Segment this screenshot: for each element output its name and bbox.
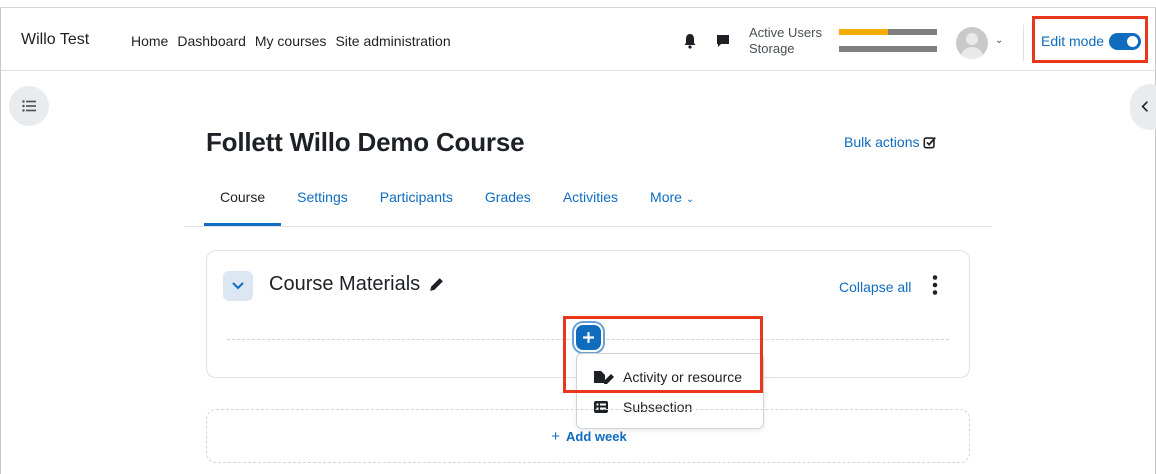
chevron-down-icon: ⌄: [685, 194, 695, 205]
course-index-toggle[interactable]: [9, 86, 49, 126]
list-icon: [22, 100, 36, 112]
tab-course[interactable]: Course: [204, 188, 282, 226]
storage-label: Storage: [749, 41, 795, 56]
user-avatar[interactable]: [956, 27, 988, 59]
add-week-text: Add week: [566, 429, 627, 444]
tabs-divider: [184, 226, 992, 227]
nav-link-dashboard[interactable]: Dashboard: [177, 33, 246, 49]
primary-navigation: Home Dashboard My courses Site administr…: [131, 33, 451, 49]
chevron-left-icon: [1141, 101, 1148, 112]
tab-settings[interactable]: Settings: [281, 188, 364, 226]
quota-labels: Active Users Storage: [749, 25, 822, 57]
add-week-label: + Add week: [207, 428, 971, 445]
bulk-actions-button[interactable]: Bulk actions: [844, 134, 937, 150]
pencil-icon[interactable]: [428, 276, 445, 293]
tab-more[interactable]: More ⌄: [634, 188, 710, 226]
chevron-down-icon[interactable]: ⌄: [995, 35, 1003, 46]
active-users-bar-fill: [839, 29, 888, 35]
top-navbar: Willo Test Home Dashboard My courses Sit…: [1, 9, 1155, 71]
collapse-all-link[interactable]: Collapse all: [839, 279, 911, 295]
active-users-label: Active Users: [749, 25, 822, 40]
window-top-edge: [0, 0, 1156, 8]
add-week-button[interactable]: + Add week: [206, 409, 970, 463]
plus-icon: +: [551, 428, 561, 445]
bell-icon[interactable]: [683, 33, 697, 49]
chevron-down-icon: [232, 282, 244, 290]
section-title-text: Course Materials: [269, 273, 421, 295]
bulk-actions-label: Bulk actions: [844, 134, 920, 150]
navbar-divider: [1023, 25, 1024, 61]
active-users-bar: [839, 29, 937, 35]
nav-link-my-courses[interactable]: My courses: [255, 33, 327, 49]
tab-more-label: More: [650, 189, 682, 205]
chat-icon[interactable]: [715, 33, 731, 49]
site-brand[interactable]: Willo Test: [21, 31, 89, 49]
bulk-edit-icon: [924, 137, 937, 149]
section-title: Course Materials: [269, 273, 445, 296]
add-menu-highlight-box: [563, 316, 763, 393]
tab-activities[interactable]: Activities: [547, 188, 634, 226]
section-collapse-button[interactable]: [223, 271, 253, 301]
tab-participants[interactable]: Participants: [364, 188, 469, 226]
window-left-edge: [0, 8, 1, 474]
block-drawer-toggle[interactable]: [1130, 84, 1156, 130]
storage-bar: [839, 46, 937, 52]
nav-link-site-administration[interactable]: Site administration: [335, 33, 450, 49]
edit-mode-highlight-box: [1032, 16, 1148, 63]
course-secondary-navigation: Course Settings Participants Grades Acti…: [204, 188, 710, 226]
tab-grades[interactable]: Grades: [469, 188, 547, 226]
kebab-menu-icon[interactable]: [929, 275, 941, 295]
page-title: Follett Willo Demo Course: [206, 127, 525, 157]
nav-link-home[interactable]: Home: [131, 33, 168, 49]
